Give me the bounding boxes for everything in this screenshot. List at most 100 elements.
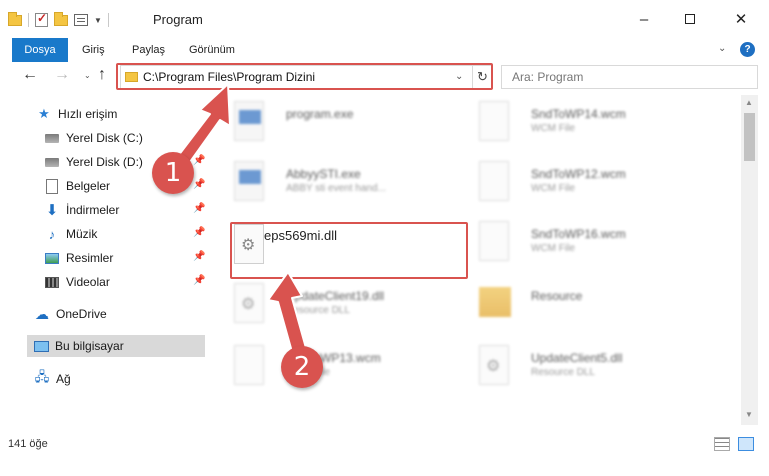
- exe-file-icon: [234, 101, 264, 141]
- help-icon[interactable]: ?: [740, 42, 755, 57]
- cloud-icon: ☁: [35, 305, 49, 322]
- sidebar-item-label: Videolar: [66, 275, 110, 289]
- up-button[interactable]: ↑: [98, 66, 106, 84]
- sidebar-item-label: OneDrive: [56, 307, 107, 321]
- file-name: SndToWP16.wcm: [531, 227, 626, 241]
- sidebar-item-drive-d[interactable]: Yerel Disk (D:): [44, 151, 143, 173]
- pictures-icon: [44, 250, 60, 266]
- properties-check-icon[interactable]: [35, 11, 48, 27]
- file-item[interactable]: program.exe: [212, 95, 462, 151]
- ribbon-expand-icon[interactable]: ⌄: [718, 43, 726, 54]
- maximize-icon: [685, 14, 695, 24]
- sidebar-item-drive-c[interactable]: Yerel Disk (C:): [44, 127, 143, 149]
- title-bar: ▼ Program – ✕: [0, 0, 769, 38]
- pin-icon[interactable]: 📌: [193, 251, 205, 262]
- close-button[interactable]: ✕: [713, 0, 769, 38]
- new-folder-icon[interactable]: [54, 11, 68, 26]
- exe-file-icon: [234, 161, 264, 201]
- file-name: Resource: [531, 289, 583, 303]
- sidebar-item-downloads[interactable]: ⬇ İndirmeler: [44, 199, 120, 221]
- step-1-badge: 1: [152, 152, 194, 194]
- folder-icon: [8, 11, 22, 26]
- file-description: Resource DLL: [286, 305, 350, 316]
- file-description: WCM File: [531, 243, 575, 254]
- address-highlight-box: [116, 63, 493, 90]
- downloads-icon: ⬇: [45, 202, 59, 219]
- file-name: AbbyySTI.exe: [286, 167, 361, 181]
- documents-icon: [44, 178, 60, 194]
- pin-icon[interactable]: 📌: [193, 155, 205, 166]
- sidebar-item-network[interactable]: 🖧 Ağ: [34, 368, 71, 390]
- dll-gear-icon: [479, 345, 509, 385]
- sidebar-item-label: Belgeler: [66, 179, 111, 193]
- pin-icon[interactable]: 📌: [193, 131, 205, 142]
- sidebar-item-label: Yerel Disk (C:): [66, 131, 143, 145]
- file-name: SndToWP12.wcm: [531, 167, 626, 181]
- tab-share[interactable]: Paylaş: [132, 38, 165, 62]
- sidebar-item-label: Yerel Disk (D:): [66, 155, 143, 169]
- sidebar-item-quick-access[interactable]: ★ Hızlı erişim: [36, 103, 117, 125]
- pin-icon[interactable]: 📌: [193, 203, 205, 214]
- step-2-badge: 2: [281, 346, 323, 388]
- file-name: UpdateClient19.dll: [286, 289, 385, 303]
- sidebar-item-pictures[interactable]: Resimler: [44, 247, 113, 269]
- sidebar-item-label: Ağ: [56, 372, 71, 386]
- sidebar-item-onedrive[interactable]: ☁ OneDrive: [34, 303, 107, 325]
- file-item[interactable]: SndToWP13.wcm WCM File: [212, 339, 462, 395]
- pin-icon[interactable]: 📌: [193, 179, 205, 190]
- vertical-scrollbar[interactable]: ▲ ▼: [741, 95, 758, 425]
- sidebar-item-label: Müzik: [66, 227, 98, 241]
- pin-icon[interactable]: 📌: [193, 227, 205, 238]
- file-item[interactable]: UpdateClient5.dll Resource DLL: [457, 339, 707, 395]
- file-item[interactable]: SndToWP14.wcm WCM File: [457, 95, 707, 151]
- file-name: SndToWP14.wcm: [531, 107, 626, 121]
- tab-home[interactable]: Giriş: [82, 38, 105, 62]
- item-count: 141 öğe: [8, 438, 48, 450]
- separator: [28, 13, 29, 27]
- dll-highlight-box: [230, 222, 468, 279]
- star-icon: ★: [38, 106, 50, 121]
- file-item[interactable]: SndToWP12.wcm WCM File: [457, 155, 707, 211]
- scrollbar-thumb[interactable]: [744, 113, 755, 161]
- file-item[interactable]: UpdateClient19.dll Resource DLL: [212, 277, 462, 333]
- drive-icon: [44, 154, 60, 170]
- sidebar-item-label: İndirmeler: [66, 203, 120, 217]
- file-item[interactable]: Resource: [457, 277, 707, 333]
- drive-icon: [44, 130, 60, 146]
- window-title: Program: [153, 12, 203, 27]
- forward-button[interactable]: →: [54, 66, 70, 84]
- file-name: UpdateClient5.dll: [531, 351, 623, 365]
- sidebar-item-videos[interactable]: Videolar: [44, 271, 110, 293]
- sidebar-item-documents[interactable]: Belgeler: [44, 175, 110, 197]
- minimize-button[interactable]: –: [621, 0, 667, 38]
- back-button[interactable]: ←: [22, 66, 38, 84]
- sidebar-item-this-pc[interactable]: Bu bilgisayar: [27, 335, 205, 357]
- search-box[interactable]: [501, 65, 758, 89]
- recent-locations-dropdown[interactable]: ⌄: [84, 71, 91, 80]
- sidebar-item-music[interactable]: ♪ Müzik: [44, 223, 98, 245]
- maximize-button[interactable]: [667, 0, 713, 38]
- ribbon-tabs: Dosya Giriş Paylaş Görünüm ⌄ ?: [0, 38, 769, 62]
- large-icons-view-icon[interactable]: [738, 437, 754, 451]
- details-view-icon[interactable]: [714, 437, 730, 451]
- file-item[interactable]: SndToWP16.wcm WCM File: [457, 215, 707, 271]
- search-input[interactable]: [502, 66, 757, 88]
- file-icon: [479, 161, 509, 201]
- file-description: ABBY sti event hand...: [286, 183, 386, 194]
- file-description: WCM File: [531, 123, 575, 134]
- videos-icon: [44, 274, 60, 290]
- file-icon: [234, 345, 264, 385]
- music-icon: ♪: [48, 226, 56, 242]
- pin-icon[interactable]: 📌: [193, 275, 205, 286]
- tab-file[interactable]: Dosya: [12, 38, 68, 62]
- separator: [107, 13, 109, 27]
- file-icon: [479, 101, 509, 141]
- scroll-up-icon[interactable]: ▲: [745, 98, 753, 107]
- customize-toolbar-dropdown[interactable]: ▼: [94, 16, 102, 25]
- tab-view[interactable]: Görünüm: [189, 38, 235, 62]
- file-item[interactable]: AbbyySTI.exe ABBY sti event hand...: [212, 155, 462, 211]
- properties-icon[interactable]: [74, 14, 88, 26]
- file-description: Resource DLL: [531, 367, 595, 378]
- quick-access-toolbar: ▼: [8, 10, 109, 30]
- scroll-down-icon[interactable]: ▼: [745, 410, 753, 419]
